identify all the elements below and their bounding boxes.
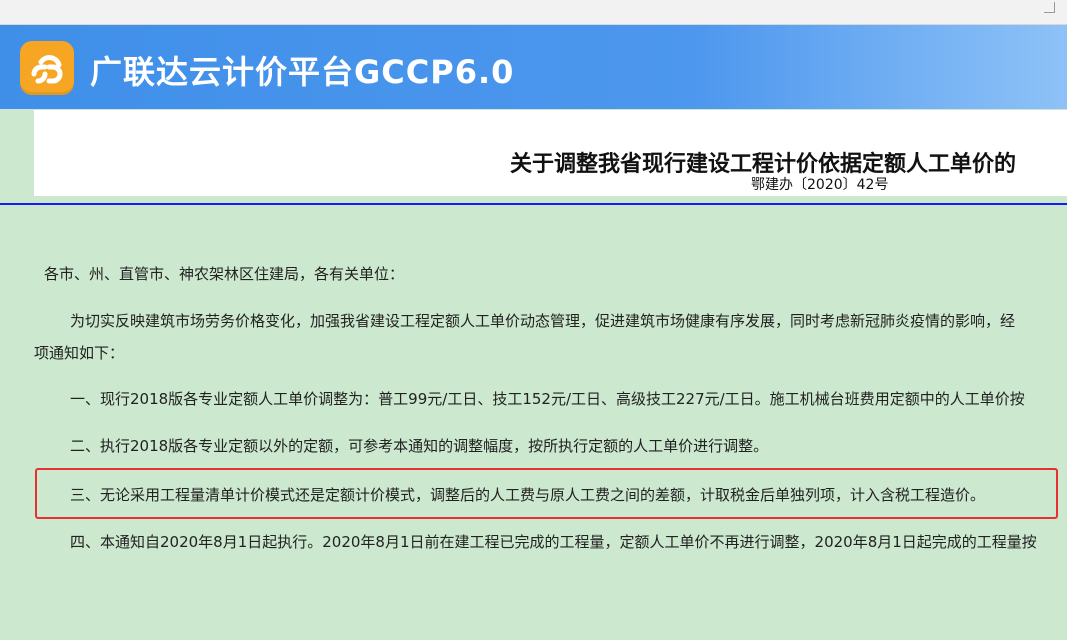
notice-item-1: 一、现行2018版各专业定额人工单价调整为：普工99元/工日、技工152元/工日… bbox=[70, 390, 1025, 408]
document-header: 关于调整我省现行建设工程计价依据定额人工单价的 鄂建办〔2020〕42号 bbox=[34, 110, 1067, 196]
top-window-strip bbox=[0, 0, 1067, 25]
cloud-link-logo-icon bbox=[20, 41, 74, 95]
app-banner: 广联达云计价平台GCCP6.0 bbox=[0, 25, 1067, 109]
intro-paragraph: 为切实反映建筑市场劳务价格变化，加强我省建设工程定额人工单价动态管理，促进建筑市… bbox=[70, 312, 1016, 330]
salutation-text: 各市、州、直管市、神农架林区住建局，各有关单位： bbox=[44, 265, 405, 283]
document-number: 鄂建办〔2020〕42号 bbox=[751, 177, 889, 193]
app-title: 广联达云计价平台GCCP6.0 bbox=[90, 53, 515, 91]
notice-item-4: 四、本通知自2020年8月1日起执行。2020年8月1日前在建工程已完成的工程量… bbox=[70, 533, 1037, 551]
close-icon[interactable] bbox=[1044, 2, 1055, 13]
notice-item-2: 二、执行2018版各专业定额以外的定额，可参考本通知的调整幅度，按所执行定额的人… bbox=[70, 437, 769, 455]
intro-paragraph-continued: 项通知如下： bbox=[34, 344, 125, 362]
header-divider bbox=[0, 203, 1067, 205]
highlight-box bbox=[35, 468, 1058, 519]
